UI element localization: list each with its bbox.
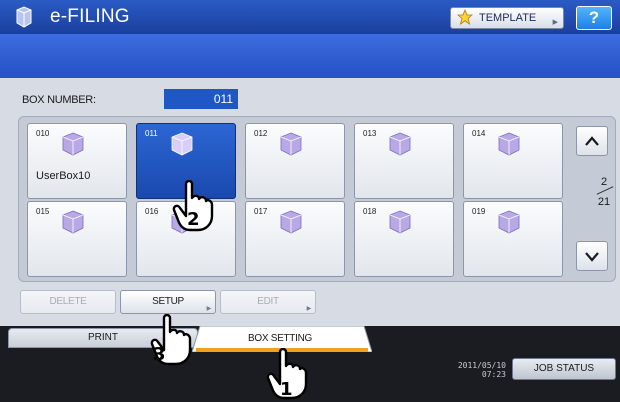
box-number: 015 — [36, 207, 50, 216]
time-text: 07:23 — [481, 370, 506, 379]
setup-button[interactable]: SETUP ▶ — [120, 290, 216, 314]
box-cube-icon — [280, 210, 302, 234]
page-total: 21 — [597, 196, 611, 208]
box-tile[interactable]: 017 — [245, 201, 345, 277]
tab-print-label: PRINT — [88, 332, 118, 343]
tab-box-setting-label: BOX SETTING — [248, 333, 312, 344]
datetime-display: 2011/05/10 07:23 — [448, 361, 506, 379]
box-number: 016 — [145, 207, 159, 216]
app-title: e-FILING — [50, 6, 130, 27]
info-bar — [0, 34, 620, 78]
box-number: 010 — [36, 129, 50, 138]
pointer-hand-icon: 3 — [150, 314, 192, 366]
box-number: 018 — [363, 207, 377, 216]
date-text: 2011/05/10 — [457, 361, 506, 370]
job-status-label: JOB STATUS — [533, 363, 595, 374]
box-cube-icon — [389, 210, 411, 234]
box-cube-icon — [171, 132, 193, 156]
help-button[interactable]: ? — [576, 6, 612, 30]
scroll-up-button[interactable] — [576, 126, 608, 156]
callout-number: 2 — [187, 209, 200, 230]
chevron-down-icon — [585, 252, 599, 262]
box-tile[interactable]: 014 — [463, 123, 563, 199]
callout-number: 1 — [280, 379, 293, 400]
box-number-field[interactable]: 011 — [164, 89, 238, 109]
chevron-up-icon — [585, 136, 599, 146]
box-tile[interactable]: 018 — [354, 201, 454, 277]
page-current: 2 — [600, 176, 608, 188]
box-number: 012 — [254, 129, 268, 138]
box-tile[interactable]: 010 UserBox10 — [27, 123, 127, 199]
box-tile[interactable]: 015 — [27, 201, 127, 277]
title-bar: e-FILING TEMPLATE ▶ ? — [0, 0, 620, 34]
star-icon — [457, 9, 473, 25]
scroll-down-button[interactable] — [576, 241, 608, 271]
edit-button[interactable]: EDIT ▶ — [220, 290, 316, 314]
box-tile[interactable]: 013 — [354, 123, 454, 199]
job-status-button[interactable]: JOB STATUS — [512, 358, 616, 380]
box-grid: 010 UserBox10 011 012 013 014 015 016 01… — [18, 116, 616, 282]
efiling-folder-icon — [16, 6, 32, 28]
delete-button[interactable]: DELETE — [20, 290, 116, 314]
setup-label: SETUP — [152, 296, 184, 307]
arrow-marker-icon: ▶ — [206, 306, 212, 312]
template-button[interactable]: TEMPLATE ▶ — [450, 7, 564, 29]
box-number-label: BOX NUMBER: — [22, 94, 96, 106]
box-number: 017 — [254, 207, 268, 216]
box-cube-icon — [280, 132, 302, 156]
box-name: UserBox10 — [36, 170, 91, 182]
box-cube-icon — [389, 132, 411, 156]
efiling-screen: e-FILING TEMPLATE ▶ ? BOX NUMBER: 011 01… — [0, 0, 620, 402]
box-cube-icon — [498, 132, 520, 156]
main-panel: BOX NUMBER: 011 010 UserBox10 011 012 01… — [0, 78, 620, 326]
pointer-hand-icon: 1 — [266, 348, 308, 400]
edit-label: EDIT — [257, 296, 279, 307]
box-number: 014 — [472, 129, 486, 138]
delete-label: DELETE — [49, 296, 87, 307]
box-tile[interactable]: 012 — [245, 123, 345, 199]
box-cube-icon — [62, 210, 84, 234]
arrow-marker-icon: ▶ — [552, 19, 558, 26]
box-number: 019 — [472, 207, 486, 216]
box-number: 011 — [145, 129, 158, 138]
box-number: 013 — [363, 129, 377, 138]
box-cube-icon — [62, 132, 84, 156]
template-label: TEMPLATE — [479, 12, 537, 24]
box-cube-icon — [498, 210, 520, 234]
arrow-marker-icon: ▶ — [306, 306, 312, 312]
pointer-hand-icon: 2 — [172, 180, 214, 232]
box-tile[interactable]: 019 — [463, 201, 563, 277]
callout-number: 3 — [153, 344, 166, 365]
